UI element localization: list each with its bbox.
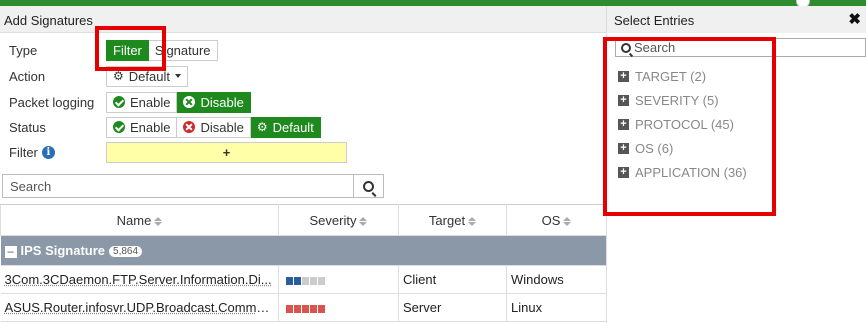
- sort-icon: [154, 216, 163, 226]
- expand-icon[interactable]: +: [618, 118, 629, 130]
- entry-item[interactable]: + SEVERITY (5): [618, 88, 747, 112]
- signature-search: [2, 174, 384, 198]
- action-row: Action ⚙ Default: [0, 64, 188, 88]
- table-row[interactable]: 3Com.3CDaemon.FTP.Server.Information.Di.…: [0, 265, 607, 294]
- add-signatures-panel: Add Signatures Type Filter Signature Act…: [0, 6, 607, 323]
- status-toggle: Enable Disable ⚙ Default: [106, 116, 321, 138]
- collapse-icon[interactable]: −: [4, 245, 17, 258]
- packet-logging-toggle: Enable Disable: [106, 91, 251, 113]
- target-cell: Client: [398, 265, 507, 294]
- filter-label-text: Filter: [9, 144, 38, 160]
- status-label: Status: [9, 119, 46, 135]
- gear-icon: ⚙: [113, 69, 124, 83]
- x-circle-icon: [183, 96, 196, 108]
- group-cell: − IPS Signature 5,864: [0, 235, 607, 266]
- type-signature-button[interactable]: Signature: [148, 39, 218, 61]
- signature-name[interactable]: ASUS.Router.infosvr.UDP.Broadcast.Comma.…: [0, 293, 279, 322]
- column-label: Name: [116, 212, 152, 228]
- entries-search: [615, 38, 866, 57]
- severity-bar: [286, 276, 325, 285]
- entry-label: OS (6): [635, 140, 674, 156]
- count-badge: 5,864: [109, 246, 143, 258]
- status-default-button[interactable]: ⚙ Default: [250, 116, 321, 138]
- severity-cell: [278, 293, 399, 322]
- entry-item[interactable]: + PROTOCOL (45): [618, 112, 747, 136]
- entries-search-input[interactable]: [634, 39, 865, 56]
- action-dropdown[interactable]: ⚙ Default: [106, 65, 188, 87]
- os-cell: Windows: [506, 265, 607, 294]
- search-icon: [363, 180, 374, 192]
- packet-logging-disable-button[interactable]: Disable: [177, 91, 251, 113]
- filter-row: Filter i +: [0, 140, 347, 164]
- entry-item[interactable]: + TARGET (2): [618, 64, 747, 88]
- column-header-name[interactable]: Name: [0, 204, 279, 236]
- packet-logging-row: Packet logging Enable Disable: [0, 90, 251, 114]
- entries-list: + TARGET (2) + SEVERITY (5) + PROTOCOL (45) + O…: [618, 64, 747, 184]
- check-circle-icon: [113, 96, 125, 108]
- caret-down-icon: [174, 74, 181, 78]
- packet-logging-label: Packet logging: [9, 94, 95, 110]
- default-label: Default: [272, 119, 314, 135]
- status-row: Status Enable Disable ⚙ Default: [0, 115, 321, 139]
- entry-label: PROTOCOL (45): [635, 116, 734, 132]
- severity-cell: [278, 265, 399, 294]
- entry-label: TARGET (2): [635, 68, 707, 84]
- table-header-row: Name Severity Target OS: [0, 204, 607, 236]
- check-circle-icon: [113, 121, 125, 133]
- enable-label: Enable: [130, 119, 171, 135]
- filter-label: Filter i: [0, 145, 106, 160]
- signature-name[interactable]: 3Com.3CDaemon.FTP.Server.Information.Di.…: [0, 265, 279, 294]
- sort-icon: [359, 216, 368, 226]
- type-label: Type: [9, 42, 38, 58]
- column-header-severity[interactable]: Severity: [278, 204, 399, 236]
- action-label: Action: [9, 68, 46, 84]
- sort-icon: [468, 216, 477, 226]
- add-filter-button[interactable]: +: [106, 141, 347, 163]
- signature-table: Name Severity Target OS − IPS Signature 5,…: [0, 204, 607, 322]
- select-entries-header: Select Entries ✖: [607, 6, 866, 33]
- group-label: IPS Signature: [20, 243, 106, 258]
- entry-label: SEVERITY (5): [635, 92, 719, 108]
- expand-icon[interactable]: +: [618, 94, 629, 106]
- select-entries-panel: Select Entries ✖ + TARGET (2) + SEVERITY (5…: [606, 6, 866, 323]
- column-label: Severity: [309, 212, 357, 228]
- search-icon: [621, 42, 631, 53]
- column-label: OS: [541, 212, 561, 228]
- column-header-os[interactable]: OS: [506, 204, 607, 236]
- entry-item[interactable]: + APPLICATION (36): [618, 160, 747, 184]
- status-enable-button[interactable]: Enable: [106, 116, 178, 138]
- table-row[interactable]: ASUS.Router.infosvr.UDP.Broadcast.Comma.…: [0, 293, 607, 322]
- gear-icon: ⚙: [256, 120, 268, 134]
- action-value: Default: [128, 68, 170, 84]
- type-toggle: Filter Signature: [106, 39, 218, 61]
- close-icon[interactable]: ✖: [848, 10, 861, 28]
- group-row[interactable]: − IPS Signature 5,864: [0, 235, 607, 266]
- type-filter-button[interactable]: Filter: [106, 39, 149, 61]
- packet-logging-enable-button[interactable]: Enable: [106, 91, 178, 113]
- expand-icon[interactable]: +: [618, 166, 629, 178]
- column-header-target[interactable]: Target: [398, 204, 507, 236]
- expand-icon[interactable]: +: [618, 70, 629, 82]
- info-icon[interactable]: i: [41, 145, 55, 159]
- type-row: Type Filter Signature: [0, 38, 218, 62]
- search-input[interactable]: [2, 174, 354, 198]
- x-circle-icon: [183, 121, 196, 133]
- target-cell: Server: [398, 293, 507, 322]
- panel-title: Select Entries: [614, 13, 695, 28]
- sort-icon: [563, 216, 572, 226]
- disable-label: Disable: [200, 94, 244, 110]
- entry-label: APPLICATION (36): [635, 164, 747, 180]
- expand-icon[interactable]: +: [618, 142, 629, 154]
- enable-label: Enable: [130, 94, 171, 110]
- status-disable-button[interactable]: Disable: [177, 116, 251, 138]
- search-button[interactable]: [354, 174, 384, 198]
- disable-label: Disable: [200, 119, 244, 135]
- entry-item[interactable]: + OS (6): [618, 136, 747, 160]
- panel-title: Add Signatures: [0, 6, 606, 33]
- severity-bar: [286, 304, 325, 313]
- column-label: Target: [428, 212, 466, 228]
- os-cell: Linux: [506, 293, 607, 322]
